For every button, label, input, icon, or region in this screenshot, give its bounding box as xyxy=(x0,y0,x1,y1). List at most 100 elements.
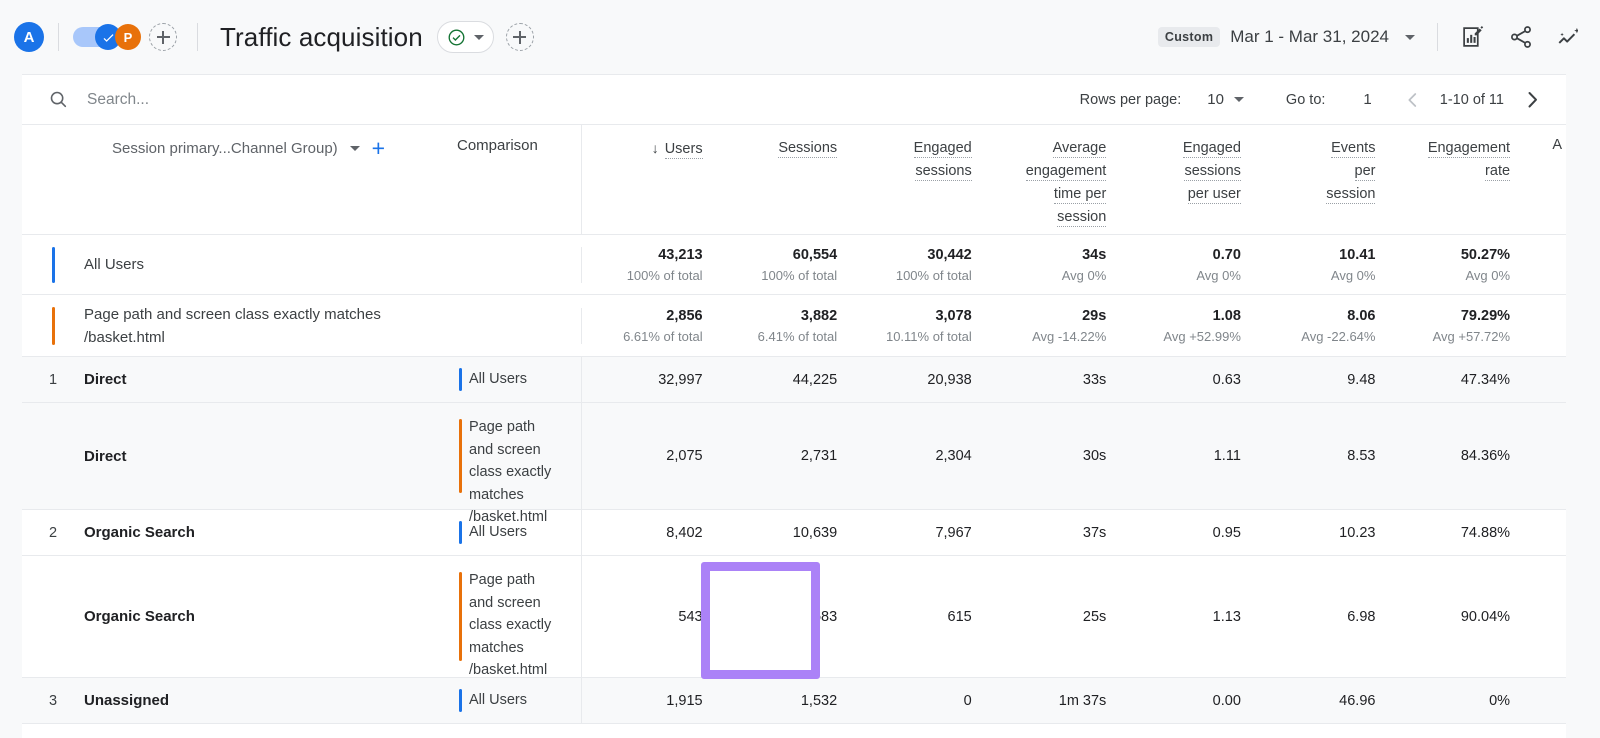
metric-value: 2,731 xyxy=(723,448,838,464)
metric-cell: 0.70Avg 0% xyxy=(1120,247,1255,283)
metric-subvalue: 6.61% of total xyxy=(588,329,703,344)
segment-label-line1: Page path and screen class exactly match… xyxy=(84,306,381,323)
metric-cell: 2,731 xyxy=(717,403,852,509)
table-row[interactable]: Organic Search Page pathand screenclass … xyxy=(22,556,1566,678)
metric-cell: 615 xyxy=(851,556,986,677)
table-row[interactable]: 3 Unassigned All Users 1,915 1,532 0 1m … xyxy=(22,678,1566,724)
metric-cell-highlighted[interactable]: 683 xyxy=(717,556,852,677)
goto-input[interactable]: 1 xyxy=(1363,91,1371,108)
metric-header-label: sessions xyxy=(915,163,971,181)
metric-header-label: Sessions xyxy=(778,140,837,158)
metric-cell-truncated xyxy=(1524,510,1566,555)
metric-cell: 37s xyxy=(986,510,1121,555)
metric-value: 615 xyxy=(857,609,972,625)
dimension-cell: 3 Unassigned xyxy=(22,678,457,723)
metric-header-truncated[interactable]: A xyxy=(1524,125,1566,234)
metric-value: 543 xyxy=(588,609,703,625)
prev-page-button[interactable] xyxy=(1402,89,1424,111)
metric-cell: 10,639 xyxy=(717,510,852,555)
dimension-value[interactable]: Organic Search xyxy=(84,608,195,625)
metric-cell: 6.98 xyxy=(1255,556,1390,677)
dimension-value[interactable]: Direct xyxy=(84,371,127,388)
metric-value: 44,225 xyxy=(723,372,838,388)
metric-header-label: per xyxy=(1355,163,1376,181)
data-table: Session primary...Channel Group) + Compa… xyxy=(22,125,1566,724)
comparison-cell: Page pathand screenclass exactlymatches/… xyxy=(457,403,581,509)
metric-cell: 30s xyxy=(986,403,1121,509)
add-report-button[interactable] xyxy=(506,23,534,51)
next-page-button[interactable] xyxy=(1520,88,1544,112)
share-button[interactable] xyxy=(1508,24,1534,50)
account-avatar[interactable]: A xyxy=(14,22,44,52)
metric-header-engaged-sessions[interactable]: Engaged sessions xyxy=(851,125,986,234)
metric-values: 2,8566.61% of total 3,8826.41% of total … xyxy=(581,308,1566,344)
chevron-down-icon[interactable] xyxy=(1234,97,1244,102)
plus-icon xyxy=(157,31,170,44)
chevron-down-icon[interactable] xyxy=(350,146,360,151)
comparison-label-line: matches xyxy=(469,487,524,503)
metric-cell: 543 xyxy=(582,556,717,677)
rows-per-page-value[interactable]: 10 xyxy=(1207,91,1224,108)
chevron-down-icon[interactable] xyxy=(1405,35,1415,40)
search-box[interactable]: Search... xyxy=(48,89,1080,110)
metric-cell: 1,915 xyxy=(582,678,717,723)
metric-value: 0.00 xyxy=(1126,693,1241,709)
metric-header-engagement-rate[interactable]: Engagement rate xyxy=(1389,125,1524,234)
metric-cell: 43,213100% of total xyxy=(582,247,717,283)
summary-row-all-users: All Users 43,213100% of total 60,554100%… xyxy=(22,235,1566,295)
metric-value: 1,915 xyxy=(588,693,703,709)
report-status-chip[interactable] xyxy=(437,21,494,53)
dimension-value[interactable]: Organic Search xyxy=(84,524,195,541)
metric-cell: 0 xyxy=(851,678,986,723)
metric-value: 8.53 xyxy=(1261,448,1376,464)
metric-cell: 1.13 xyxy=(1120,556,1255,677)
metric-value: 1.11 xyxy=(1126,448,1241,464)
check-circle-icon xyxy=(447,28,466,47)
metric-subvalue: 100% of total xyxy=(857,268,972,283)
metric-subvalue: Avg 0% xyxy=(992,268,1107,283)
metric-header-users[interactable]: ↓Users xyxy=(582,125,717,234)
metric-cell: 20,938 xyxy=(851,357,986,402)
date-preset-badge: Custom xyxy=(1158,27,1220,47)
metric-cell-truncated xyxy=(1524,678,1566,723)
divider xyxy=(197,23,198,51)
dimension-cell: Direct xyxy=(22,403,457,509)
metric-cell: 30,442100% of total xyxy=(851,247,986,283)
metric-cell: 10.41Avg 0% xyxy=(1255,247,1390,283)
metric-cell: 1m 37s xyxy=(986,678,1121,723)
dimension-selector[interactable]: Session primary...Channel Group) + xyxy=(112,137,385,160)
comparison-color-bar xyxy=(459,419,462,493)
metric-value: 2,856 xyxy=(588,308,703,324)
table-row[interactable]: Direct Page pathand screenclass exactlym… xyxy=(22,403,1566,510)
metric-value: 37s xyxy=(992,525,1107,541)
comparison-label: All Users xyxy=(469,368,527,391)
metric-cell: 79.29%Avg +57.72% xyxy=(1389,308,1524,344)
metric-cell: 0.00 xyxy=(1120,678,1255,723)
dimension-cell: 1 Direct xyxy=(22,357,457,402)
metric-header-engaged-sessions-per-user[interactable]: Engaged sessions per user xyxy=(1120,125,1255,234)
property-comparison-toggle[interactable]: P xyxy=(73,22,137,52)
comparison-cell: All Users xyxy=(457,510,581,555)
dimension-cell: 2 Organic Search xyxy=(22,510,457,555)
metric-header-sessions[interactable]: Sessions xyxy=(717,125,852,234)
metric-cell: 74.88% xyxy=(1389,510,1524,555)
add-dimension-button[interactable]: + xyxy=(372,137,385,160)
search-input[interactable]: Search... xyxy=(87,91,149,109)
edit-chart-button[interactable] xyxy=(1460,24,1486,50)
comparison-color-bar xyxy=(459,572,462,661)
page-title: Traffic acquisition xyxy=(220,22,423,53)
table-row[interactable]: 1 Direct All Users 32,997 44,225 20,938 … xyxy=(22,357,1566,403)
add-comparison-button[interactable] xyxy=(149,23,177,51)
comparison-label: All Users xyxy=(469,521,527,544)
table-row[interactable]: 2 Organic Search All Users 8,402 10,639 … xyxy=(22,510,1566,556)
dimension-value[interactable]: Direct xyxy=(84,448,127,465)
metric-cell-truncated xyxy=(1524,308,1566,344)
dimension-value[interactable]: Unassigned xyxy=(84,692,169,709)
property-avatar[interactable]: P xyxy=(115,24,141,50)
metric-header-avg-engagement-time[interactable]: Average engagement time per session xyxy=(986,125,1121,234)
dimension-header-cell: Session primary...Channel Group) + xyxy=(22,125,457,234)
date-range-text[interactable]: Mar 1 - Mar 31, 2024 xyxy=(1230,27,1389,47)
plus-icon xyxy=(513,31,526,44)
metric-header-events-per-session[interactable]: Events per session xyxy=(1255,125,1390,234)
metric-cell: 3,8826.41% of total xyxy=(717,308,852,344)
